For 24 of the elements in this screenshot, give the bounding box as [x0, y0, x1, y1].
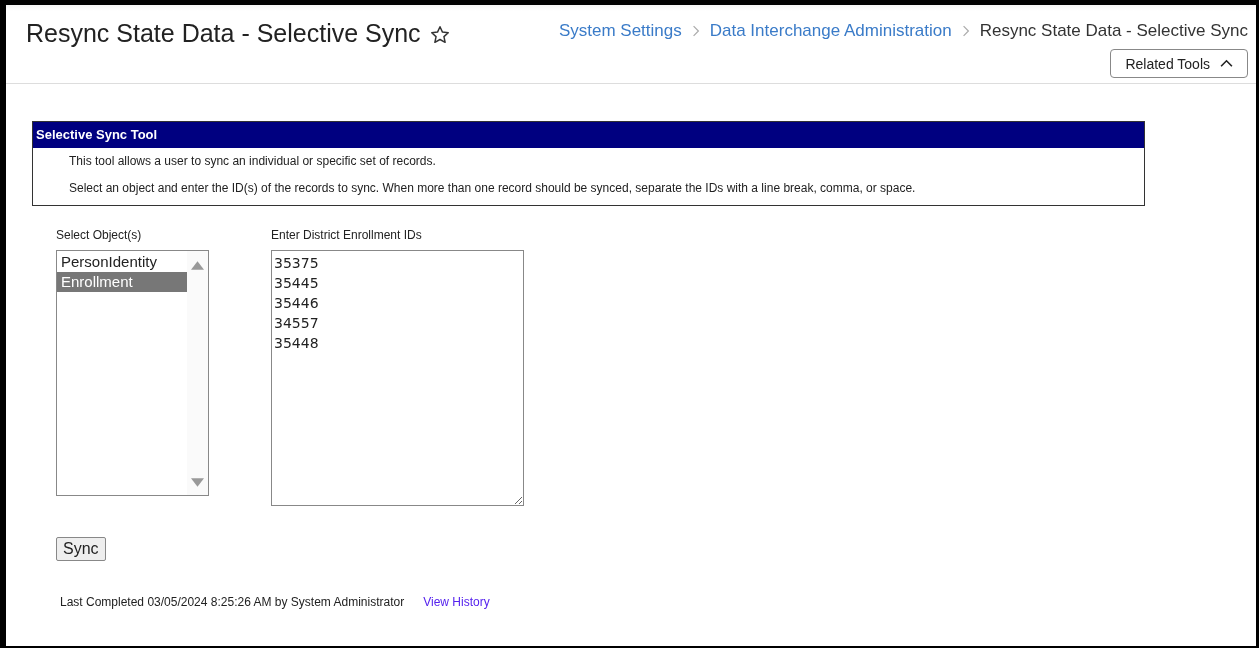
- scrollbar[interactable]: [187, 251, 208, 495]
- sync-button[interactable]: Sync: [56, 537, 106, 561]
- list-option[interactable]: Enrollment: [57, 272, 187, 292]
- panel-header: Selective Sync Tool: [33, 122, 1144, 148]
- view-history-link[interactable]: View History: [423, 595, 490, 609]
- description-text: Select an object and enter the ID(s) of the records to sync. When more than one record should be synced, separate the IDs with a line break, comma, or space.: [69, 181, 917, 195]
- scroll-up-icon[interactable]: [191, 261, 204, 270]
- chevron-right-icon: [691, 24, 700, 38]
- breadcrumb-link[interactable]: System Settings: [558, 21, 682, 41]
- breadcrumb-current: Resync State Data - Selective Sync: [979, 21, 1248, 41]
- description-text: This tool allows a user to sync an individual or specific set of records.: [69, 154, 437, 168]
- ids-textarea[interactable]: 35375 35445 35446 34557 35448: [271, 250, 524, 506]
- page-title: Resync State Data - Selective Sync: [26, 18, 421, 48]
- chevron-right-icon: [961, 24, 970, 38]
- last-completed-text: Last Completed 03/05/2024 8:25:26 AM by System Administrator: [60, 595, 405, 609]
- related-tools-button[interactable]: Related Tools: [1110, 49, 1248, 78]
- caret-icon: [1220, 59, 1233, 68]
- list-option[interactable]: PersonIdentity: [57, 252, 187, 272]
- field-label: Enter District Enrollment IDs: [271, 228, 423, 242]
- breadcrumb-link[interactable]: Data Interchange Administration: [709, 21, 952, 41]
- scroll-down-icon[interactable]: [191, 478, 204, 487]
- object-listbox[interactable]: PersonIdentity Enrollment: [56, 250, 209, 496]
- star-icon[interactable]: [428, 23, 451, 46]
- field-label: Select Object(s): [56, 228, 143, 242]
